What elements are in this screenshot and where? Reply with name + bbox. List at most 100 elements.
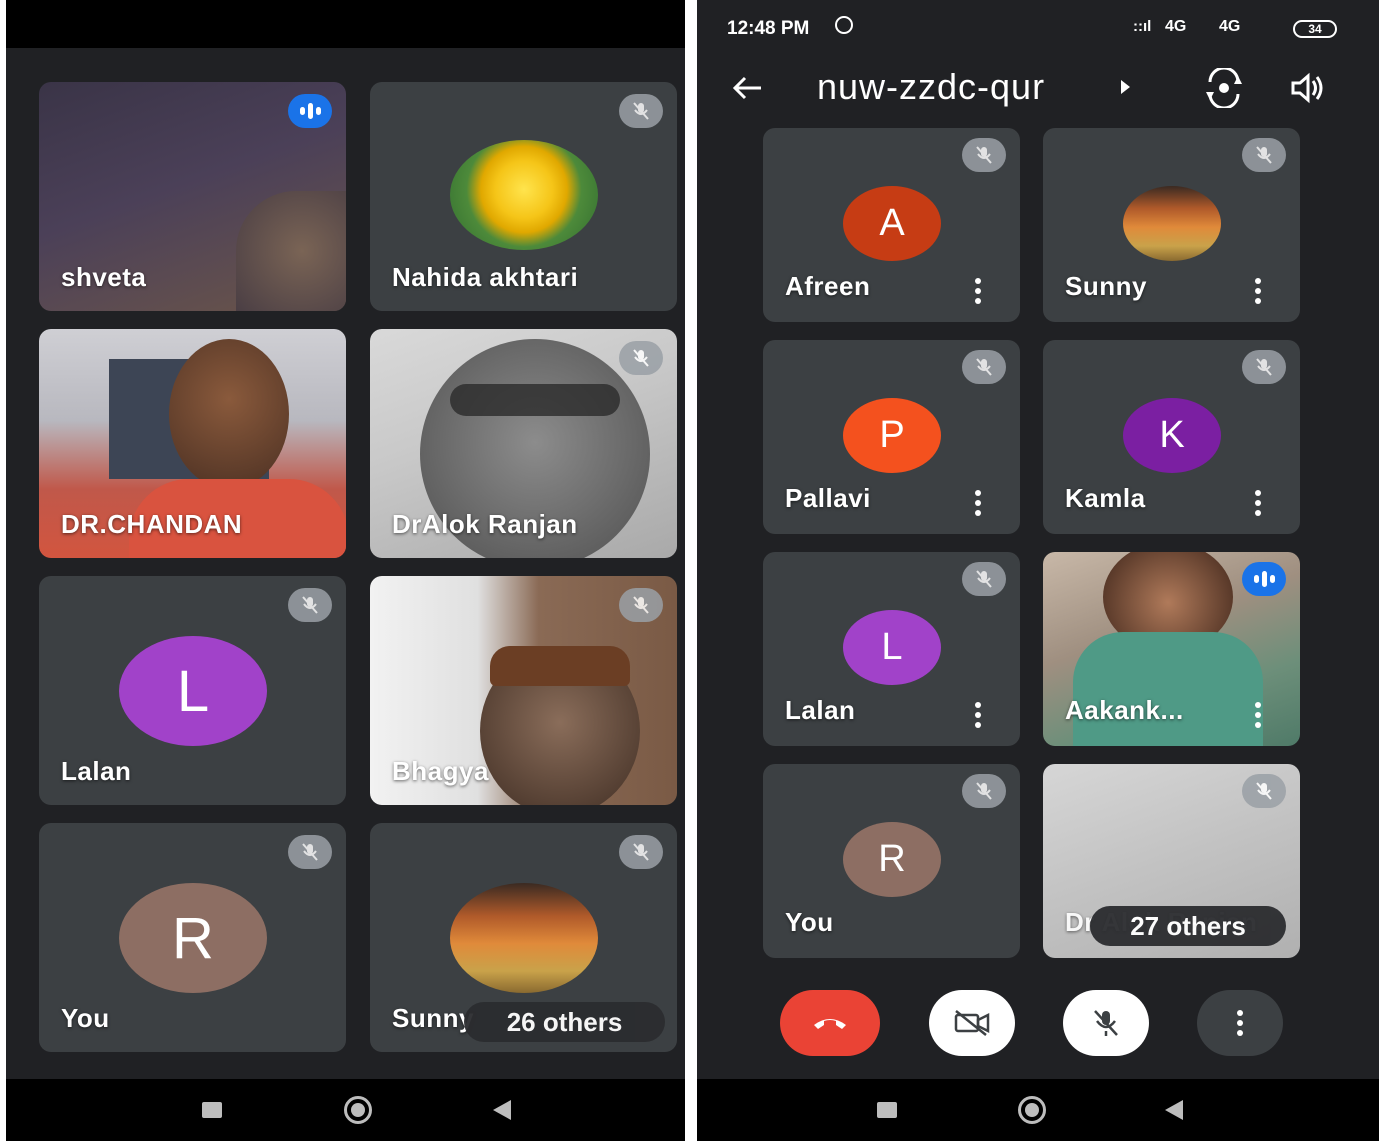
participant-name: Lalan <box>785 695 856 725</box>
signal-icon: ::ıl <box>1133 18 1152 35</box>
mic-off-icon <box>1242 138 1286 172</box>
participant-tile[interactable]: Nahida akhtari <box>370 82 677 311</box>
landscape-avatar-icon <box>450 883 598 993</box>
participant-name: Bhagya <box>392 756 489 786</box>
alarm-icon <box>835 16 853 34</box>
back-triangle-icon <box>493 1100 511 1120</box>
participant-tile[interactable]: DrAlok Ranjan <box>370 329 677 558</box>
mic-off-icon <box>288 588 332 622</box>
mic-off-icon <box>619 94 663 128</box>
back-triangle-icon <box>1165 1100 1183 1120</box>
participant-tile[interactable]: A Afreen <box>763 128 1020 322</box>
avatar-initial: L <box>176 658 210 724</box>
participant-name: Pallavi <box>785 483 871 513</box>
participant-name: Lalan <box>61 756 132 786</box>
mic-off-icon <box>619 341 663 375</box>
participant-name: shveta <box>61 262 147 292</box>
participant-name: Kamla <box>1065 483 1146 513</box>
status-bar: 12:48 PM ::ıl 4G 4G 34 <box>697 0 1379 60</box>
video-feed-cap <box>490 646 630 686</box>
meeting-info-arrow-icon[interactable] <box>1121 80 1130 94</box>
back-arrow-icon[interactable] <box>727 68 767 108</box>
others-count-pill[interactable]: 26 others <box>464 1002 665 1042</box>
camera-toggle-button[interactable] <box>929 990 1015 1056</box>
avatar-initial: K <box>1159 414 1185 456</box>
avatar: R <box>843 822 941 897</box>
participant-tile[interactable]: shveta <box>39 82 346 311</box>
mic-off-icon <box>288 835 332 869</box>
nav-bar <box>6 1079 685 1141</box>
status-bar <box>6 0 685 48</box>
more-options-icon[interactable] <box>974 278 982 304</box>
participant-tile[interactable]: Dr Alok Ranjan 27 others <box>1043 764 1300 958</box>
speaking-indicator-icon <box>1242 562 1286 596</box>
avatar: P <box>843 398 941 473</box>
video-feed-person <box>169 339 289 489</box>
speaker-icon[interactable] <box>1287 68 1327 108</box>
participant-tile[interactable]: Bhagya <box>370 576 677 805</box>
square-icon <box>877 1102 897 1118</box>
recent-apps-button[interactable] <box>182 1079 242 1141</box>
mic-off-icon <box>962 138 1006 172</box>
square-icon <box>202 1102 222 1118</box>
rose-avatar-icon <box>450 140 598 250</box>
participant-name: Sunny <box>392 1003 474 1033</box>
mic-off-icon <box>962 350 1006 384</box>
more-options-icon[interactable] <box>974 490 982 516</box>
landscape-avatar-icon <box>1123 186 1221 261</box>
more-options-icon <box>1236 1010 1244 1036</box>
home-button[interactable] <box>1002 1079 1062 1141</box>
home-icon <box>1018 1096 1046 1124</box>
mic-off-icon <box>619 835 663 869</box>
participant-tile[interactable]: Aakank... <box>1043 552 1300 746</box>
more-options-icon[interactable] <box>1254 490 1262 516</box>
nav-bar <box>697 1079 1379 1141</box>
participant-name: Afreen <box>785 271 871 301</box>
participant-name: Sunny <box>1065 271 1147 301</box>
mic-off-icon <box>962 774 1006 808</box>
end-call-button[interactable] <box>780 990 880 1056</box>
others-count-pill[interactable]: 27 others <box>1090 906 1286 946</box>
participant-tile[interactable]: Sunny 26 others <box>370 823 677 1052</box>
mic-off-icon <box>1242 774 1286 808</box>
more-options-icon[interactable] <box>974 702 982 728</box>
status-time: 12:48 PM <box>727 18 810 39</box>
participant-tile[interactable]: R You <box>763 764 1020 958</box>
recent-apps-button[interactable] <box>857 1079 917 1141</box>
avatar: K <box>1123 398 1221 473</box>
avatar: R <box>119 883 267 993</box>
avatar: L <box>119 636 267 746</box>
participant-name: DR.CHANDAN <box>61 509 243 539</box>
avatar-initial: A <box>879 202 905 244</box>
participant-name: Nahida akhtari <box>392 262 579 292</box>
back-button[interactable] <box>472 1079 532 1141</box>
participant-tile[interactable]: Sunny <box>1043 128 1300 322</box>
meeting-code[interactable]: nuw-zzdc-qur <box>817 66 1045 108</box>
mic-toggle-button[interactable] <box>1063 990 1149 1056</box>
participant-name: You <box>785 907 834 937</box>
back-button[interactable] <box>1144 1079 1204 1141</box>
mic-off-icon <box>1242 350 1286 384</box>
avatar: L <box>843 610 941 685</box>
video-feed <box>236 191 346 311</box>
participant-tile[interactable]: L Lalan <box>763 552 1020 746</box>
home-button[interactable] <box>328 1079 388 1141</box>
more-options-icon[interactable] <box>1254 702 1262 728</box>
mic-off-icon <box>1094 1010 1118 1036</box>
home-icon <box>344 1096 372 1124</box>
more-options-icon[interactable] <box>1254 278 1262 304</box>
participant-tile[interactable]: R You <box>39 823 346 1052</box>
camera-off-icon <box>954 1010 990 1036</box>
switch-camera-icon[interactable] <box>1202 66 1246 110</box>
participant-name: Aakank... <box>1065 695 1184 725</box>
participant-name: DrAlok Ranjan <box>392 509 578 539</box>
participant-tile[interactable]: DR.CHANDAN <box>39 329 346 558</box>
participant-tile[interactable]: P Pallavi <box>763 340 1020 534</box>
more-options-button[interactable] <box>1197 990 1283 1056</box>
video-feed-glasses <box>450 384 620 416</box>
participant-name: You <box>61 1003 110 1033</box>
speaking-indicator-icon <box>288 94 332 128</box>
participant-tile[interactable]: L Lalan <box>39 576 346 805</box>
participant-tile[interactable]: K Kamla <box>1043 340 1300 534</box>
avatar-initial: P <box>879 414 905 456</box>
